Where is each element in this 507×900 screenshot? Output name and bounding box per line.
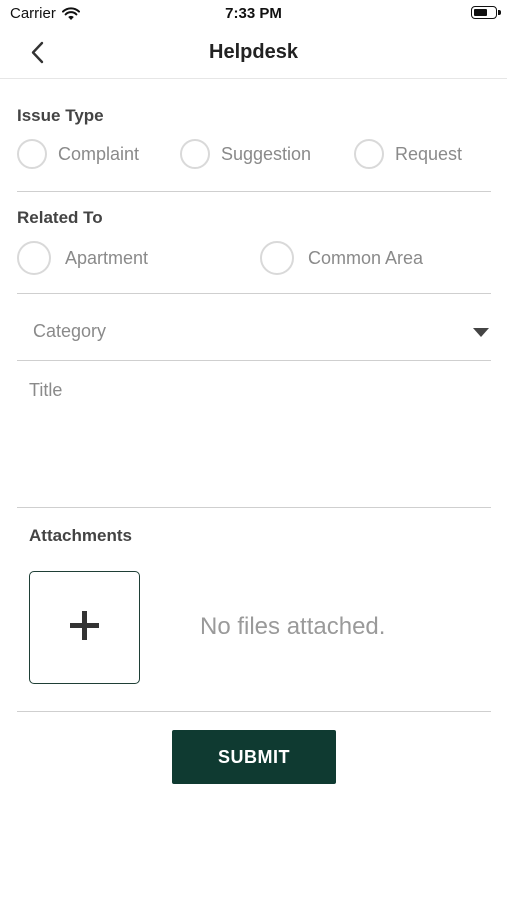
- radio-label: Suggestion: [221, 143, 312, 164]
- attachments-label: Attachments: [29, 526, 132, 545]
- add-attachment-button[interactable]: [29, 571, 140, 684]
- battery-icon: [471, 6, 501, 19]
- radio-request[interactable]: Request: [354, 139, 462, 169]
- radio-complaint[interactable]: Complaint: [17, 139, 139, 169]
- radio-label: Complaint: [58, 143, 140, 164]
- page-title: Helpdesk: [209, 41, 298, 63]
- title-field[interactable]: [17, 372, 491, 502]
- divider: [17, 507, 491, 508]
- radio-suggestion[interactable]: Suggestion: [180, 139, 311, 169]
- status-bar: Carrier 7:33 PM: [0, 0, 507, 28]
- nav-bar: Helpdesk: [0, 28, 507, 79]
- radio-circle: [260, 241, 294, 275]
- radio-label: Common Area: [308, 247, 424, 268]
- radio-circle: [180, 139, 210, 169]
- radio-common-area[interactable]: Common Area: [260, 241, 423, 275]
- radio-label: Request: [395, 143, 463, 164]
- category-placeholder: Category: [33, 321, 107, 341]
- radio-label: Apartment: [65, 247, 149, 268]
- caret-down-icon: [473, 328, 489, 337]
- category-dropdown[interactable]: Category: [17, 308, 491, 358]
- no-files-text: No files attached.: [200, 613, 386, 640]
- divider: [17, 293, 491, 294]
- divider: [17, 191, 491, 192]
- radio-circle: [17, 139, 47, 169]
- radio-circle: [354, 139, 384, 169]
- status-time: 7:33 PM: [225, 5, 282, 22]
- issue-type-label: Issue Type: [17, 106, 104, 125]
- radio-apartment[interactable]: Apartment: [17, 241, 148, 275]
- radio-circle: [17, 241, 51, 275]
- submit-button[interactable]: SUBMIT: [172, 730, 336, 784]
- divider: [17, 711, 491, 712]
- related-to-label: Related To: [17, 208, 103, 227]
- divider: [17, 360, 491, 361]
